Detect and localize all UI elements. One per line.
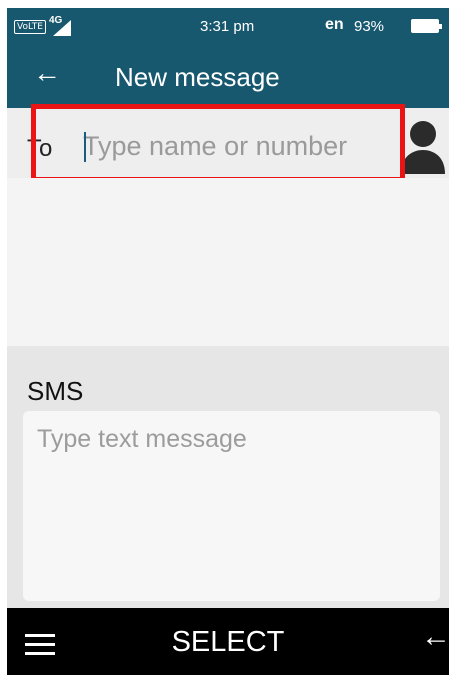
message-box xyxy=(23,411,440,601)
phone-screen: VoLTE 4G 3:31 pm en 93% ← New message To… xyxy=(7,8,449,675)
back-arrow-icon[interactable]: ← xyxy=(33,59,61,87)
page-title: New message xyxy=(115,62,280,92)
recipients-area xyxy=(7,178,449,346)
input-language: en xyxy=(325,16,344,33)
status-time: 3:31 pm xyxy=(200,18,255,35)
signal-icon xyxy=(53,20,71,36)
message-input[interactable] xyxy=(37,425,427,585)
text-cursor xyxy=(84,132,86,162)
back-arrow-icon[interactable]: ← xyxy=(421,622,449,652)
to-row: To xyxy=(7,108,449,178)
status-bar: VoLTE 4G 3:31 pm en 93% xyxy=(7,8,449,46)
to-label: To xyxy=(27,135,53,162)
battery-icon xyxy=(411,19,442,33)
battery-percent: 93% xyxy=(354,18,385,35)
sms-label: SMS xyxy=(27,376,84,406)
softkey-bar: SELECT ← xyxy=(7,608,449,675)
app-bar: ← New message xyxy=(7,46,449,108)
contact-person-icon[interactable] xyxy=(399,116,445,178)
select-softkey[interactable]: SELECT xyxy=(7,626,449,659)
volte-badge: VoLTE xyxy=(14,20,46,34)
sms-section: SMS xyxy=(7,346,449,608)
recipient-input[interactable] xyxy=(83,130,383,162)
